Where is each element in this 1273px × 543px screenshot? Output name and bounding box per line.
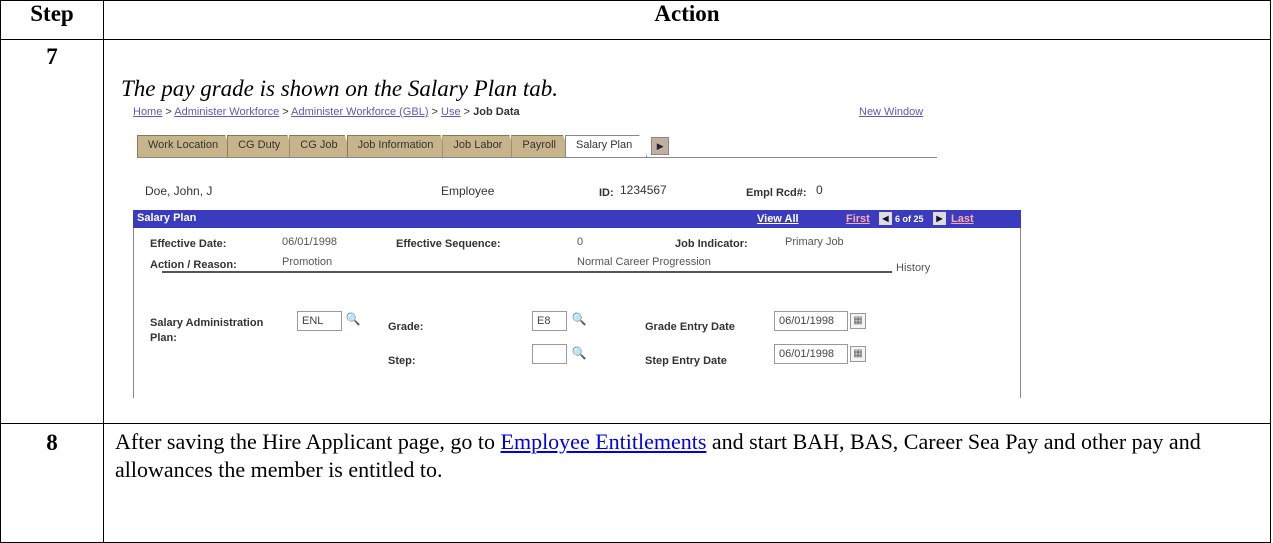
employee-name: Doe, John, J xyxy=(145,184,213,198)
effective-sequence-label: Effective Sequence: xyxy=(396,238,501,250)
procedure-table: Step Action 7 The pay grade is shown on … xyxy=(0,0,1271,543)
breadcrumb: Home > Administer Workforce > Administer… xyxy=(133,106,520,118)
tab-job-labor[interactable]: Job Labor xyxy=(442,135,517,157)
breadcrumb-administer-workforce[interactable]: Administer Workforce xyxy=(174,106,279,118)
last-link[interactable]: Last xyxy=(951,213,974,225)
tab-divider xyxy=(137,157,937,158)
record-count: 6 of 25 xyxy=(895,214,924,224)
effective-date-label: Effective Date: xyxy=(150,238,227,250)
action-reason-label: Action / Reason: xyxy=(150,259,237,271)
tab-payroll[interactable]: Payroll xyxy=(511,135,571,157)
section-title: Salary Plan xyxy=(137,212,197,224)
salary-plan-lookup-icon[interactable]: 🔍 xyxy=(344,310,362,328)
grade-lookup-icon[interactable]: 🔍 xyxy=(570,310,588,328)
step-label: Step: xyxy=(388,355,416,367)
step-field[interactable] xyxy=(532,344,567,364)
breadcrumb-administer-workforce-gbl[interactable]: Administer Workforce (GBL) xyxy=(291,106,428,118)
tab-salary-plan[interactable]: Salary Plan xyxy=(565,135,647,157)
step-row-8: 8 After saving the Hire Applicant page, … xyxy=(0,423,1271,543)
step-number: 7 xyxy=(0,39,104,424)
grade-label: Grade: xyxy=(388,321,424,333)
step-entry-date-field[interactable]: 06/01/1998 xyxy=(774,344,848,364)
salary-plan-panel: Effective Date: 06/01/1998 Effective Seq… xyxy=(133,228,1021,398)
breadcrumb-sep: > xyxy=(428,106,442,118)
first-link[interactable]: First xyxy=(846,213,870,225)
view-all-link[interactable]: View All xyxy=(757,213,799,225)
salary-admin-plan-label-1: Salary Administration xyxy=(150,317,264,329)
section-header-bar: Salary Plan View All First ◀ 6 of 25 ▶ L… xyxy=(133,210,1021,228)
grade-entry-date-label: Grade Entry Date xyxy=(645,321,735,333)
step-entry-date-label: Step Entry Date xyxy=(645,355,727,367)
step-header: Step xyxy=(0,0,104,40)
step-row-7: 7 The pay grade is shown on the Salary P… xyxy=(0,39,1271,424)
next-arrow-icon[interactable]: ▶ xyxy=(933,212,946,225)
grade-entry-calendar-icon[interactable]: ▦ xyxy=(850,313,866,329)
empl-rcd-value: 0 xyxy=(816,183,823,197)
separator-line xyxy=(162,271,892,273)
tab-job-information[interactable]: Job Information xyxy=(347,135,449,157)
step-entry-calendar-icon[interactable]: ▦ xyxy=(850,346,866,362)
tab-work-location[interactable]: Work Location xyxy=(137,135,233,157)
reason-value: Normal Career Progression xyxy=(577,256,711,268)
employee-type: Employee xyxy=(441,184,495,198)
tab-cg-duty[interactable]: CG Duty xyxy=(227,135,295,157)
grade-field[interactable]: E8 xyxy=(532,311,567,331)
tab-cg-job[interactable]: CG Job xyxy=(289,135,352,157)
breadcrumb-home[interactable]: Home xyxy=(133,106,162,118)
step-number: 8 xyxy=(0,423,104,543)
tab-bar: Work Location CG Duty CG Job Job Informa… xyxy=(137,135,670,157)
breadcrumb-use[interactable]: Use xyxy=(441,106,461,118)
action-cell: The pay grade is shown on the Salary Pla… xyxy=(103,39,1271,424)
job-indicator-label: Job Indicator: xyxy=(675,238,748,250)
grade-entry-date-field[interactable]: 06/01/1998 xyxy=(774,311,848,331)
header-row: Step Action xyxy=(0,0,1271,40)
salary-admin-plan-label-2: Plan: xyxy=(150,332,177,344)
breadcrumb-current: Job Data xyxy=(473,106,520,118)
job-indicator-value: Primary Job xyxy=(785,236,844,248)
step-instructions: After saving the Hire Applicant page, go… xyxy=(104,424,1270,484)
action-cell: After saving the Hire Applicant page, go… xyxy=(103,423,1271,543)
employee-id-label: ID: xyxy=(599,187,614,199)
right-arrow-icon[interactable]: ▶ xyxy=(651,137,670,155)
effective-sequence-value: 0 xyxy=(577,236,584,248)
step-caption: The pay grade is shown on the Salary Pla… xyxy=(121,76,558,101)
breadcrumb-sep: > xyxy=(460,106,474,118)
embedded-screenshot: Home > Administer Workforce > Administer… xyxy=(121,102,1061,416)
action-value: Promotion xyxy=(282,256,333,268)
history-label[interactable]: History xyxy=(896,262,930,274)
step-lookup-icon[interactable]: 🔍 xyxy=(570,344,588,362)
instruction-text-before: After saving the Hire Applicant page, go… xyxy=(115,429,501,454)
effective-date-value: 06/01/1998 xyxy=(282,236,338,248)
empl-rcd-label: Empl Rcd#: xyxy=(746,187,807,199)
breadcrumb-sep: > xyxy=(279,106,292,118)
new-window-link[interactable]: New Window xyxy=(859,106,923,118)
previous-arrow-icon[interactable]: ◀ xyxy=(879,212,892,225)
employee-id: 1234567 xyxy=(620,183,667,197)
salary-admin-plan-field[interactable]: ENL xyxy=(297,311,342,331)
breadcrumb-sep: > xyxy=(162,106,175,118)
action-header: Action xyxy=(103,0,1271,40)
employee-entitlements-link[interactable]: Employee Entitlements xyxy=(501,429,707,454)
